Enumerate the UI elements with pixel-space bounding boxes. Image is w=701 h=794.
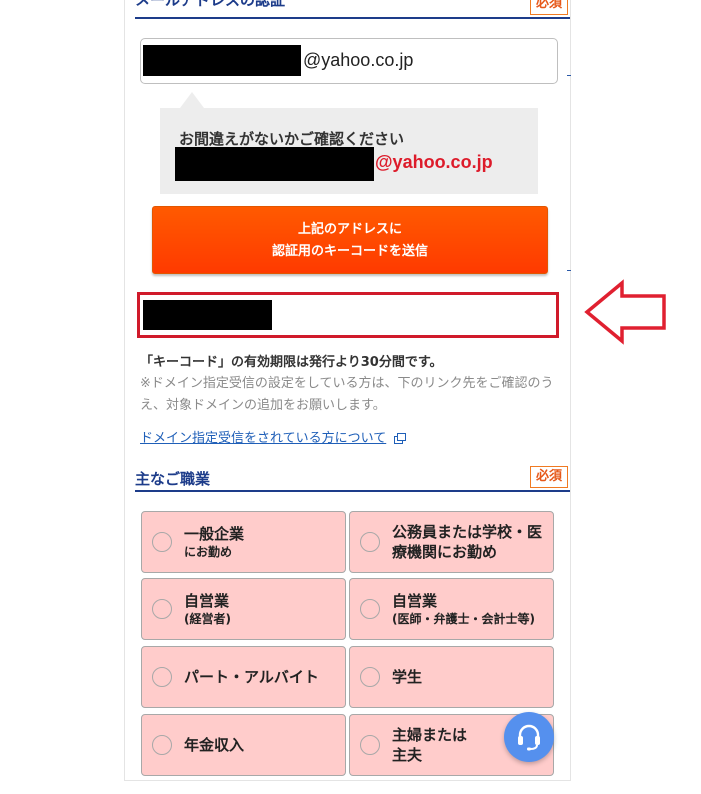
keycode-expiry-note: 「キーコード」の有効期限は発行より30分間です。 <box>140 355 443 370</box>
option-label: 公務員または学校・医療機関にお勤め <box>392 523 543 561</box>
occupation-option-self-employed-owner[interactable]: 自営業 (経営者) <box>141 578 346 640</box>
external-link-icon <box>394 433 407 444</box>
option-label: 年金収入 <box>184 736 245 754</box>
required-badge: 必須 <box>529 0 568 15</box>
radio-button[interactable] <box>360 599 380 619</box>
occupation-option-public-servant[interactable]: 公務員または学校・医療機関にお勤め <box>349 511 554 573</box>
occupation-option-part-time[interactable]: パート・アルバイト <box>141 646 346 708</box>
radio-button[interactable] <box>360 735 380 755</box>
email-confirmation-bubble: お間違えがないかご確認ください @yahoo.co.jp <box>160 92 538 194</box>
option-label: パート・アルバイト <box>184 668 319 686</box>
occupation-option-self-employed-professional[interactable]: 自営業 (医師・弁護士・会計士等) <box>349 578 554 640</box>
option-label: 自営業 (医師・弁護士・会計士等) <box>392 592 535 626</box>
occupation-option-student[interactable]: 学生 <box>349 646 554 708</box>
email-domain-text: @yahoo.co.jp <box>303 50 414 70</box>
headset-icon <box>518 724 540 751</box>
radio-button[interactable] <box>360 667 380 687</box>
email-verification-header: メールアドレスの認証 必須 <box>135 0 570 19</box>
option-label: 自営業 (経営者) <box>184 592 231 626</box>
side-divider-mark <box>567 75 571 76</box>
email-verification-title: メールアドレスの認証 <box>135 0 286 9</box>
email-field[interactable]: @yahoo.co.jp <box>140 38 558 84</box>
occupation-option-pension[interactable]: 年金収入 <box>141 714 346 776</box>
domain-receipt-link[interactable]: ドメイン指定受信をされている方について <box>140 427 407 446</box>
option-label: 学生 <box>392 668 423 686</box>
radio-button[interactable] <box>360 532 380 552</box>
option-label: 一般企業 にお勤め <box>184 525 245 559</box>
radio-button[interactable] <box>152 667 172 687</box>
domain-setting-note: ※ドメイン指定受信の設定をしている方は、下のリンク先をご確認のうえ、対象ドメイン… <box>140 376 554 413</box>
keycode-field[interactable] <box>137 292 559 338</box>
domain-link-text: ドメイン指定受信をされている方について <box>140 431 387 446</box>
occupation-option-company-employee[interactable]: 一般企業 にお勤め <box>141 511 346 573</box>
send-keycode-button[interactable]: 上記のアドレスに 認証用のキーコードを送信 <box>152 206 548 274</box>
required-badge: 必須 <box>529 466 568 488</box>
registration-form-panel: メールアドレスの認証 必須 @yahoo.co.jp お間違えがないかご確認くだ… <box>124 0 571 781</box>
redacted-confirm-email <box>175 147 374 181</box>
left-arrow-outline-icon <box>584 279 666 345</box>
confirm-message: お間違えがないかご確認ください <box>179 130 405 148</box>
section-underline <box>135 490 570 492</box>
occupation-title: 主なご職業 <box>135 470 211 488</box>
side-divider-mark <box>567 270 571 271</box>
chat-support-button[interactable] <box>504 712 554 762</box>
section-underline <box>135 17 570 19</box>
option-label: 主婦または主夫 <box>392 726 468 764</box>
radio-button[interactable] <box>152 532 172 552</box>
redacted-keycode <box>143 300 272 330</box>
radio-button[interactable] <box>152 735 172 755</box>
occupation-header: 主なご職業 必須 <box>135 466 570 492</box>
confirm-email-domain: @yahoo.co.jp <box>375 152 493 172</box>
send-button-line2: 認証用のキーコードを送信 <box>271 244 428 259</box>
radio-button[interactable] <box>152 599 172 619</box>
redacted-email-local-part <box>143 45 301 76</box>
send-button-line1: 上記のアドレスに <box>297 222 402 237</box>
